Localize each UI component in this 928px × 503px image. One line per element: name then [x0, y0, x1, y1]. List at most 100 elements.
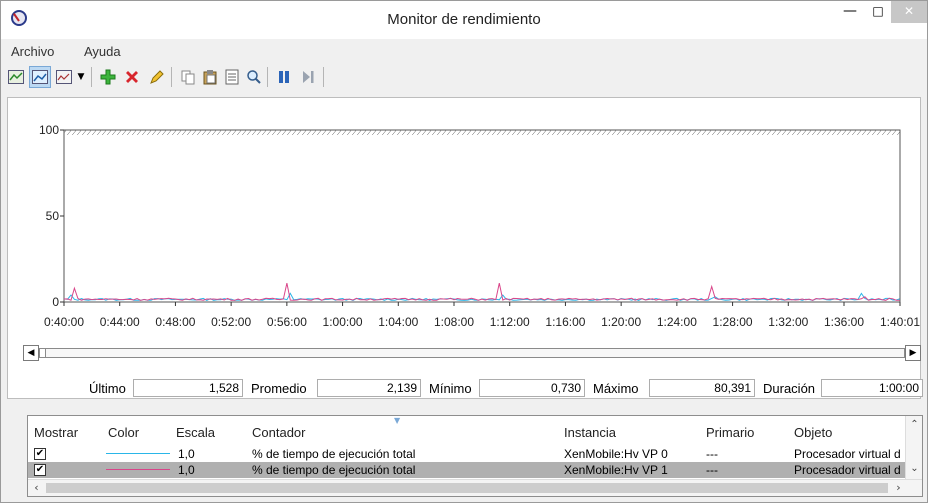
scroll-track[interactable] — [39, 348, 905, 358]
paste-counter-list-button[interactable] — [199, 66, 221, 88]
scroll-right-button[interactable]: ▶ — [905, 345, 921, 361]
chart-icon — [8, 70, 24, 84]
change-graph-type-button[interactable] — [53, 66, 75, 88]
scale-cell: 1,0 — [178, 463, 195, 477]
x-tick-label: 1:28:00 — [713, 315, 753, 329]
column-instance[interactable]: Instancia — [564, 425, 616, 440]
counter-row[interactable]: ✔ 1,0 % de tiempo de ejecución total Xen… — [28, 446, 906, 462]
delete-counter-button[interactable] — [121, 66, 143, 88]
x-tick-label: 0:40:00 — [44, 315, 84, 329]
paste-icon — [203, 70, 217, 85]
update-data-button[interactable] — [297, 66, 319, 88]
x-tick-label: 1:20:00 — [601, 315, 641, 329]
time-scrollbar[interactable]: ◀ ▶ — [23, 345, 921, 361]
zoom-button[interactable] — [243, 66, 265, 88]
delete-icon — [126, 71, 138, 83]
toolbar-separator — [171, 67, 172, 87]
minimum-value: 0,730 — [479, 379, 585, 397]
x-tick-label: 0:48:00 — [155, 315, 195, 329]
title-bar: Monitor de rendimiento — □ ✕ — [1, 1, 927, 39]
counter-cell: % de tiempo de ejecución total — [252, 447, 416, 461]
show-checkbox[interactable]: ✔ — [34, 464, 46, 476]
last-label: Último — [89, 381, 126, 396]
chevron-down-icon: ▼ — [77, 72, 85, 82]
x-tick-label: 1:08:00 — [434, 315, 474, 329]
last-value: 1,528 — [133, 379, 243, 397]
x-tick-label: 1:36:00 — [824, 315, 864, 329]
graph-type-icon — [56, 70, 72, 84]
list-horizontal-scrollbar[interactable]: ‹ › — [28, 479, 922, 496]
column-show[interactable]: Mostrar — [34, 425, 78, 440]
view-current-activity-button[interactable] — [5, 66, 27, 88]
view-log-data-button[interactable] — [29, 66, 51, 88]
properties-button[interactable] — [221, 66, 243, 88]
scale-cell: 1,0 — [178, 447, 195, 461]
log-data-icon — [32, 70, 48, 84]
x-tick-label: 1:00:00 — [323, 315, 363, 329]
x-tick-label: 0:56:00 — [267, 315, 307, 329]
performance-monitor-window: Monitor de rendimiento — □ ✕ Archivo Ayu… — [0, 0, 928, 503]
highlighter-icon — [150, 70, 164, 84]
instance-cell: XenMobile:Hv VP 1 — [564, 463, 668, 477]
y-tick-label: 50 — [46, 209, 60, 223]
performance-chart: 100 50 0 0:40:00 0:44:00 0:48:00 0:52:00 0:56:0… — [39, 123, 920, 329]
highlight-button[interactable] — [145, 66, 167, 88]
x-tick-label: 1:40:01 — [880, 315, 920, 329]
copy-properties-button[interactable] — [177, 66, 199, 88]
zoom-icon — [247, 70, 261, 84]
add-counter-button[interactable] — [97, 66, 119, 88]
counter-list: Mostrar Color Escala Contador ▼ Instanci… — [27, 415, 923, 497]
menu-ayuda[interactable]: Ayuda — [84, 44, 121, 59]
average-label: Promedio — [251, 381, 307, 396]
graph-type-dropdown[interactable]: ▼ — [75, 66, 87, 88]
pause-icon — [279, 71, 289, 83]
counter-row-selected[interactable]: ✔ 1,0 % de tiempo de ejecución total Xen… — [28, 462, 906, 478]
y-tick-label: 100 — [39, 123, 59, 137]
toolbar-separator — [91, 67, 92, 87]
average-value: 2,139 — [317, 379, 421, 397]
minimum-label: Mínimo — [429, 381, 472, 396]
x-tick-label: 1:24:00 — [657, 315, 697, 329]
column-counter[interactable]: Contador — [252, 425, 305, 440]
x-tick-label: 1:04:00 — [378, 315, 418, 329]
sort-indicator-icon: ▼ — [394, 416, 401, 425]
menu-archivo[interactable]: Archivo — [11, 44, 54, 59]
plus-icon — [100, 69, 116, 85]
properties-icon — [225, 69, 239, 85]
maximum-label: Máximo — [593, 381, 639, 396]
x-tick-label: 0:52:00 — [211, 315, 251, 329]
maximize-button[interactable]: □ — [865, 1, 891, 23]
x-tick-label: 0:44:00 — [100, 315, 140, 329]
list-vertical-scrollbar[interactable]: ⌃ ⌄ — [905, 416, 922, 480]
show-checkbox[interactable]: ✔ — [34, 448, 46, 460]
close-button[interactable]: ✕ — [891, 1, 927, 23]
scroll-down-button[interactable]: ⌄ — [906, 462, 922, 476]
parent-cell: --- — [706, 447, 718, 461]
maximum-value: 80,391 — [649, 379, 755, 397]
parent-cell: --- — [706, 463, 718, 477]
series-line-1 — [63, 282, 900, 301]
column-color[interactable]: Color — [108, 425, 139, 440]
object-cell: Procesador virtual d — [794, 447, 901, 461]
chart-max-hatch — [64, 130, 900, 135]
statistics-bar: Último 1,528 Promedio 2,139 Mínimo 0,730… — [1, 377, 927, 401]
duration-label: Duración — [763, 381, 816, 396]
scroll-left-button[interactable]: ◀ — [23, 345, 39, 361]
instance-cell: XenMobile:Hv VP 0 — [564, 447, 668, 461]
x-tick-label: 1:12:00 — [490, 315, 530, 329]
toolbar-separator — [323, 67, 324, 87]
column-parent[interactable]: Primario — [706, 425, 754, 440]
freeze-display-button[interactable] — [273, 66, 295, 88]
column-object[interactable]: Objeto — [794, 425, 832, 440]
list-scroll-left-button[interactable]: ‹ — [28, 480, 45, 496]
column-scale[interactable]: Escala — [176, 425, 215, 440]
object-cell: Procesador virtual d — [794, 463, 901, 477]
scroll-up-button[interactable]: ⌃ — [906, 418, 922, 432]
x-tick-label: 1:16:00 — [545, 315, 585, 329]
color-swatch — [106, 469, 170, 470]
scroll-thumb[interactable] — [40, 349, 46, 357]
y-tick-label: 0 — [52, 295, 59, 309]
minimize-button[interactable]: — — [837, 1, 863, 23]
list-scroll-right-button[interactable]: › — [890, 480, 907, 496]
list-scroll-thumb[interactable] — [46, 483, 888, 493]
